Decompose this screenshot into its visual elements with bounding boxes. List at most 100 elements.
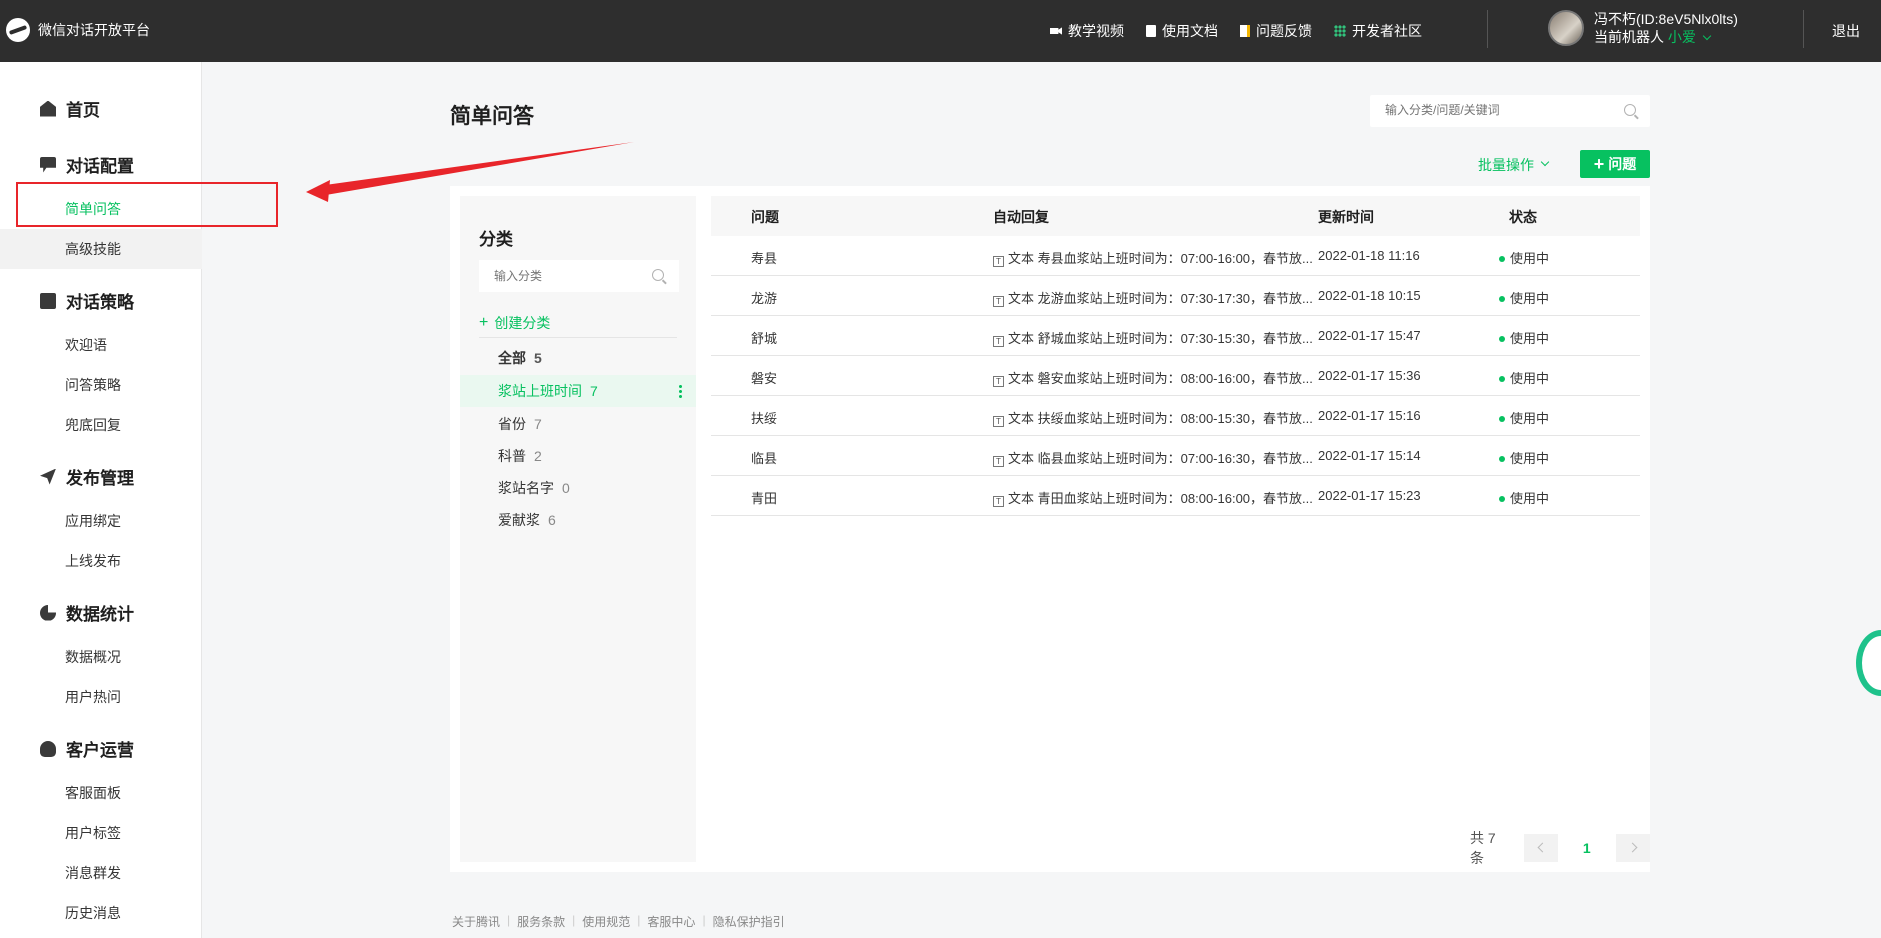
text-type-icon: T: [993, 376, 1004, 387]
table-row[interactable]: 舒城 T 文本 舒城血浆站上班时间为：07:30-15:30，春节放... 2022-…: [711, 316, 1640, 356]
table-row[interactable]: 扶绥 T 文本 扶绥血浆站上班时间为：08:00-15:30，春节放... 2022-…: [711, 396, 1640, 436]
robot-name: 小爱: [1667, 29, 1696, 45]
sidebar-item-app-binding[interactable]: 应用绑定: [0, 501, 202, 541]
sidebar-section-dialog-config[interactable]: 对话配置: [40, 152, 134, 177]
pagination: 共 7 条 1: [1470, 828, 1650, 868]
footer-link-about[interactable]: 关于腾讯: [452, 913, 500, 930]
search-icon[interactable]: [1624, 104, 1636, 116]
user-info[interactable]: 冯不朽(ID:8eV5Nlx0lts) 当前机器人 小爱: [1548, 10, 1738, 46]
sidebar-item-hot-questions[interactable]: 用户热问: [0, 677, 202, 717]
category-item-science[interactable]: 科普 2: [460, 440, 696, 472]
app-logo[interactable]: 微信对话开放平台: [6, 18, 150, 42]
page-number[interactable]: 1: [1583, 840, 1591, 856]
search-box[interactable]: [1370, 95, 1650, 127]
logout-button[interactable]: 退出: [1832, 21, 1860, 41]
table-row[interactable]: 寿县 T 文本 寿县血浆站上班时间为：07:00-16:00，春节放... 2022-…: [711, 236, 1640, 276]
search-icon[interactable]: [652, 269, 664, 281]
sidebar-item-user-tags[interactable]: 用户标签: [0, 813, 202, 853]
category-search-input[interactable]: [494, 269, 644, 283]
footer-link-privacy[interactable]: 隐私保护指引: [713, 913, 785, 930]
create-category-button[interactable]: + 创建分类: [479, 313, 550, 333]
sidebar-section-publish[interactable]: 发布管理: [40, 464, 134, 489]
top-nav: 教学视频 使用文档 问题反馈 开发者社区: [1050, 21, 1422, 41]
table-row[interactable]: 龙游 T 文本 龙游血浆站上班时间为：07:30-17:30，春节放... 2022-…: [711, 276, 1640, 316]
next-page-button[interactable]: [1615, 834, 1650, 862]
top-bar: 微信对话开放平台 教学视频 使用文档 问题反馈 开发者社区 冯不朽(ID:8eV…: [0, 0, 1881, 62]
search-input[interactable]: [1385, 103, 1615, 117]
cell-reply: T 文本 青田血浆站上班时间为：08:00-16:00，春节放...: [993, 488, 1313, 507]
status-badge: 使用中: [1499, 408, 1549, 427]
table-row[interactable]: 磐安 T 文本 磐安血浆站上班时间为：08:00-16:00，春节放... 2022-…: [711, 356, 1640, 396]
sidebar-section-statistics[interactable]: 数据统计: [40, 600, 134, 625]
cell-updated: 2022-01-18 11:16: [1318, 248, 1420, 263]
sidebar-item-service-panel[interactable]: 客服面板: [0, 773, 202, 813]
cell-updated: 2022-01-17 15:47: [1318, 328, 1421, 343]
sidebar-item-home[interactable]: 首页: [40, 96, 100, 121]
cell-question: 磐安: [751, 371, 778, 386]
floating-chat-widget[interactable]: [1856, 630, 1881, 696]
status-badge: 使用中: [1499, 248, 1549, 267]
annotation-highlight-box: [16, 182, 278, 227]
wechat-logo-icon: [6, 18, 30, 42]
user-name: 冯不朽(ID:8eV5Nlx0lts): [1594, 11, 1738, 27]
sidebar-item-fallback[interactable]: 兜底回复: [0, 405, 202, 445]
footer-link-terms[interactable]: 服务条款: [517, 913, 565, 930]
pie-chart-icon: [40, 604, 56, 621]
topnav-docs[interactable]: 使用文档: [1146, 21, 1218, 41]
footer: 关于腾讯 | 服务条款 | 使用规范 | 客服中心 | 隐私保护指引: [452, 913, 785, 930]
status-dot-icon: [1499, 456, 1505, 462]
list-icon: [40, 292, 56, 309]
category-search-box[interactable]: [479, 260, 679, 292]
sidebar-item-go-live[interactable]: 上线发布: [0, 541, 202, 581]
cell-question: 龙游: [751, 291, 778, 306]
footer-link-support[interactable]: 客服中心: [647, 913, 695, 930]
community-icon: [1334, 25, 1346, 37]
prev-page-button[interactable]: [1523, 834, 1558, 862]
document-icon: [1146, 25, 1156, 37]
sidebar-item-advanced-skills[interactable]: 高级技能: [0, 229, 202, 269]
footer-link-rules[interactable]: 使用规范: [582, 913, 630, 930]
sidebar-item-broadcast[interactable]: 消息群发: [0, 853, 202, 893]
batch-operations-button[interactable]: 批量操作: [1478, 155, 1550, 175]
page-title: 简单问答: [450, 105, 534, 128]
topnav-tutorial-video[interactable]: 教学视频: [1050, 21, 1124, 41]
status-badge: 使用中: [1499, 448, 1549, 467]
table-row[interactable]: 青田 T 文本 青田血浆站上班时间为：08:00-16:00，春节放... 2022-…: [711, 476, 1640, 516]
current-robot[interactable]: 当前机器人 小爱: [1594, 28, 1738, 46]
cell-reply: T 文本 寿县血浆站上班时间为：07:00-16:00，春节放...: [993, 248, 1313, 267]
category-item-station-hours[interactable]: 浆站上班时间 7: [460, 375, 696, 407]
cell-question: 舒城: [751, 331, 778, 346]
add-question-button[interactable]: + 问题: [1580, 150, 1650, 178]
topnav-feedback[interactable]: 问题反馈: [1240, 21, 1312, 41]
category-item-donate[interactable]: 爱献浆 6: [460, 504, 696, 536]
sidebar-item-qa-strategy[interactable]: 问答策略: [0, 365, 202, 405]
feedback-icon: [1240, 25, 1250, 37]
avatar[interactable]: [1548, 10, 1584, 46]
total-count: 共 7 条: [1470, 830, 1496, 866]
column-header-question: 问题: [751, 209, 779, 225]
video-icon: [1050, 27, 1062, 35]
column-header-updated: 更新时间: [1318, 209, 1374, 225]
user-icon: [40, 740, 56, 757]
sidebar-item-data-overview[interactable]: 数据概况: [0, 637, 202, 677]
chat-icon: [40, 156, 56, 173]
table-row[interactable]: 临县 T 文本 临县血浆站上班时间为：07:00-16:30，春节放... 2022-…: [711, 436, 1640, 476]
sidebar-item-history[interactable]: 历史消息: [0, 893, 202, 933]
more-options-icon[interactable]: [679, 384, 682, 398]
sidebar-section-customer-ops[interactable]: 客户运营: [40, 736, 134, 761]
cell-updated: 2022-01-18 10:15: [1318, 288, 1421, 303]
app-title: 微信对话开放平台: [38, 22, 150, 38]
topnav-community[interactable]: 开发者社区: [1334, 21, 1422, 41]
cell-updated: 2022-01-17 15:16: [1318, 408, 1421, 423]
category-item-station-name[interactable]: 浆站名字 0: [460, 472, 696, 504]
status-badge: 使用中: [1499, 288, 1549, 307]
category-item-province[interactable]: 省份 7: [460, 408, 696, 440]
cell-question: 青田: [751, 491, 778, 506]
sidebar-section-dialog-strategy[interactable]: 对话策略: [40, 288, 134, 313]
status-badge: 使用中: [1499, 488, 1549, 507]
text-type-icon: T: [993, 336, 1004, 347]
category-item-all[interactable]: 全部 5: [460, 342, 696, 374]
category-panel: 分类 +创建分类 全部5 浆站上班时间7 省份7 科普2 浆站名字0 爱献浆6: [460, 196, 696, 862]
sidebar-item-welcome[interactable]: 欢迎语: [0, 325, 202, 365]
cell-reply: T 文本 扶绥血浆站上班时间为：08:00-15:30，春节放...: [993, 408, 1313, 427]
